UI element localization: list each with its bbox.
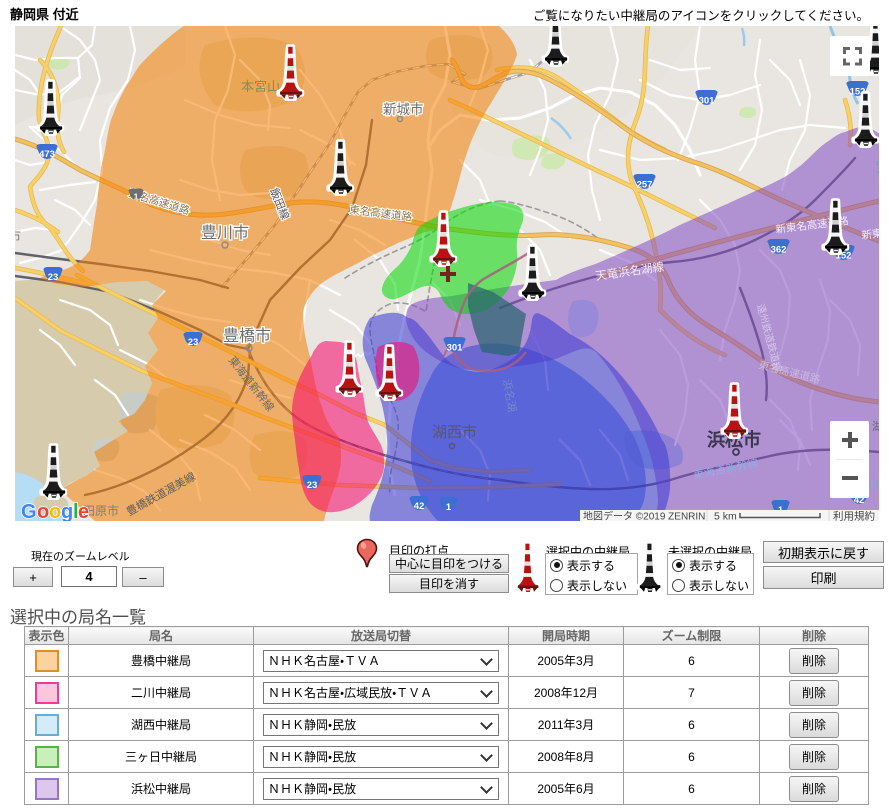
- svg-text:本宮山: 本宮山: [241, 79, 280, 94]
- svg-text:o: o: [37, 501, 49, 521]
- svg-text:新城市: 新城市: [383, 102, 424, 117]
- svg-text:362: 362: [771, 245, 787, 256]
- svg-text:新東: 新東: [861, 226, 879, 242]
- svg-text:市: 市: [15, 229, 21, 244]
- svg-text:42: 42: [414, 501, 425, 512]
- svg-text:301: 301: [699, 96, 716, 107]
- svg-text:地図データ ©2019 ZENRIN: 地図データ ©2019 ZENRIN: [583, 510, 705, 522]
- svg-text:301: 301: [447, 343, 464, 354]
- svg-text:23: 23: [188, 337, 199, 348]
- svg-text:o: o: [49, 501, 61, 521]
- svg-text:g: g: [61, 501, 73, 521]
- svg-text:5 km: 5 km: [714, 511, 737, 522]
- svg-text:23: 23: [48, 272, 59, 283]
- svg-text:豊橋市: 豊橋市: [223, 327, 271, 345]
- svg-text:1: 1: [134, 192, 139, 202]
- svg-text:湖西市: 湖西市: [432, 424, 477, 441]
- svg-text:1: 1: [446, 502, 452, 513]
- svg-text:G: G: [21, 501, 37, 521]
- svg-text:利用規約: 利用規約: [833, 510, 875, 522]
- svg-text:e: e: [78, 501, 89, 521]
- svg-text:豊川市: 豊川市: [201, 224, 249, 242]
- svg-text:473: 473: [39, 149, 55, 160]
- svg-text:23: 23: [307, 480, 318, 491]
- svg-text:湖: 湖: [872, 420, 879, 433]
- svg-text:257: 257: [637, 180, 653, 191]
